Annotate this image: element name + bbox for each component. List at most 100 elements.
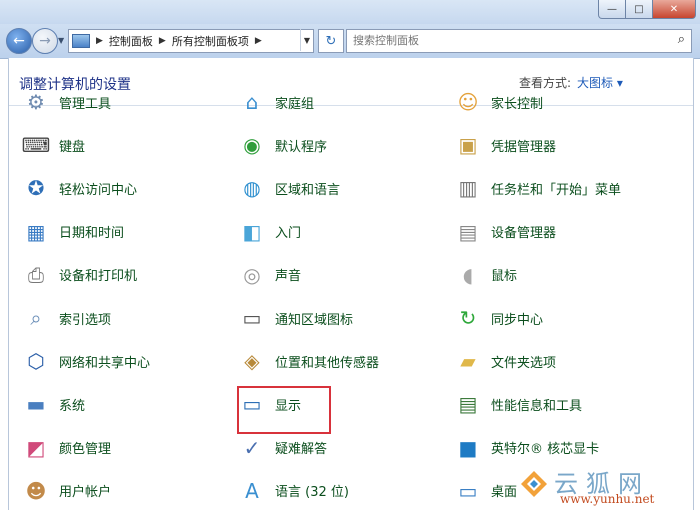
caption-buttons: — □ ✕ — [598, 0, 696, 19]
control-panel-item-label: 任务栏和「开始」菜单 — [491, 182, 622, 198]
control-panel-item-label: 通知区域图标 — [275, 312, 354, 328]
control-panel-item[interactable]: ◍ 区域和语言 — [237, 174, 340, 202]
control-panel-item-label: 默认程序 — [275, 139, 328, 155]
control-panel-item[interactable]: ▭ 通知区域图标 — [237, 304, 353, 332]
control-panel-item[interactable]: ⌂ 家庭组 — [237, 88, 314, 116]
control-panel-item[interactable]: ▤ 性能信息和工具 — [453, 390, 582, 418]
control-panel-item-label: 颜色管理 — [59, 442, 112, 458]
control-panel-item[interactable]: ▦ 日期和时间 — [21, 218, 124, 246]
indexing-options-icon: ⌕ — [30, 306, 42, 330]
control-panel-item[interactable]: ⬡ 网络和共享中心 — [21, 347, 150, 375]
control-panel-item[interactable]: ▭ 桌面 — [453, 477, 517, 505]
control-panel-item[interactable]: ◧ 入门 — [237, 218, 301, 246]
mouse-icon: ◖ — [462, 262, 474, 287]
breadcrumb-control-panel[interactable]: 控制面板 — [109, 33, 153, 49]
control-panel-item[interactable]: ◈ 位置和其他传感器 — [237, 347, 379, 375]
date-time-icon: ▦ — [26, 219, 46, 244]
control-panel-item-label: 家长控制 — [491, 96, 544, 112]
control-panel-item[interactable]: ◉ 默认程序 — [237, 131, 327, 159]
close-button[interactable]: ✕ — [652, 0, 696, 19]
keyboard-icon: ⌨ — [21, 133, 51, 158]
address-bar[interactable]: ▶ 控制面板 ▶ 所有控制面板项 ▶ — [68, 29, 314, 53]
breadcrumb-chevron-icon[interactable]: ▶ — [96, 36, 103, 46]
control-panel-item-label: 声音 — [275, 269, 302, 285]
parental-controls-icon: ☺ — [457, 90, 479, 114]
control-panel-item-label: 语言 (32 位) — [275, 485, 349, 501]
control-panel-item[interactable]: ■ 英特尔® 核芯显卡 — [453, 434, 600, 462]
performance-icon: ▤ — [458, 392, 478, 417]
language-icon: A — [245, 478, 259, 503]
control-panel-item-label: 鼠标 — [491, 269, 518, 285]
control-panel-item[interactable]: ↻ 同步中心 — [453, 304, 543, 332]
default-programs-icon: ◉ — [243, 133, 261, 158]
control-panel-item[interactable]: A 语言 (32 位) — [237, 477, 349, 505]
control-panel-item[interactable]: ◎ 声音 — [237, 261, 301, 289]
forward-button[interactable]: → — [32, 28, 58, 54]
device-manager-icon: ▤ — [458, 219, 478, 244]
control-panel-item-label: 区域和语言 — [275, 182, 341, 198]
control-panel-item-label: 系统 — [59, 398, 86, 414]
intel-graphics-icon: ■ — [458, 435, 478, 460]
recent-pages-dropdown[interactable]: ▼ — [58, 36, 64, 45]
control-panel-item-label: 疑难解答 — [275, 442, 328, 458]
watermark-url: www.yunhu.net — [560, 492, 655, 506]
control-panel-item-label: 日期和时间 — [59, 226, 125, 242]
user-accounts-icon: ☻ — [25, 478, 47, 503]
view-by-dropdown[interactable]: 大图标 ▾ — [577, 74, 623, 91]
control-panel-item[interactable]: ▰ 文件夹选项 — [453, 347, 556, 375]
breadcrumb-chevron-icon[interactable]: ▶ — [159, 36, 166, 46]
system-icon: ▬ — [26, 392, 46, 417]
control-panel-item-label: 轻松访问中心 — [59, 182, 138, 198]
forward-arrow-icon: → — [39, 33, 51, 49]
back-arrow-icon: ← — [13, 33, 25, 49]
back-button[interactable]: ← — [6, 28, 32, 54]
control-panel-item-label: 性能信息和工具 — [491, 398, 583, 414]
navigation-bar: ← → ▼ ▶ 控制面板 ▶ 所有控制面板项 ▶ ▼ ↻ ⌕ — [0, 24, 700, 59]
control-panel-item[interactable]: ▤ 设备管理器 — [453, 218, 556, 246]
color-management-icon: ◩ — [26, 435, 46, 460]
control-panel-item[interactable]: ▣ 凭据管理器 — [453, 131, 556, 159]
control-panel-item[interactable]: ✪ 轻松访问中心 — [21, 174, 137, 202]
search-input[interactable] — [347, 30, 659, 50]
control-panel-item-label: 桌面 — [491, 485, 518, 501]
control-panel-item[interactable]: ◖ 鼠标 — [453, 261, 517, 289]
control-panel-item[interactable]: ⌕ 索引选项 — [21, 304, 111, 332]
control-panel-item-label: 管理工具 — [59, 96, 112, 112]
address-dropdown-icon[interactable]: ▼ — [300, 29, 313, 51]
location-sensors-icon: ◈ — [244, 349, 260, 374]
control-panel-item-label: 设备管理器 — [491, 226, 557, 242]
breadcrumb-chevron-icon[interactable]: ▶ — [255, 36, 262, 46]
control-panel-item-label: 家庭组 — [275, 96, 315, 112]
notification-area-icon: ▭ — [242, 306, 262, 330]
minimize-button[interactable]: — — [598, 0, 626, 19]
control-panel-item[interactable]: ◩ 颜色管理 — [21, 434, 111, 462]
getting-started-icon: ◧ — [242, 219, 262, 244]
devices-printers-icon: ⎙ — [28, 262, 44, 287]
control-panel-item-label: 索引选项 — [59, 312, 112, 328]
control-panel-item[interactable]: ⚙ 管理工具 — [21, 88, 111, 116]
control-panel-item[interactable]: ☺ 家长控制 — [453, 88, 543, 116]
main-content: 调整计算机的设置 查看方式: 大图标 ▾ ⚙ 管理工具 ⌂ 家庭组 ☺ 家长控制 ⌨ 键盘 ◉ 默… — [8, 58, 694, 510]
maximize-button[interactable]: □ — [625, 0, 653, 19]
refresh-button[interactable]: ↻ — [318, 29, 344, 53]
control-panel-item[interactable]: ⎙ 设备和打印机 — [21, 261, 137, 289]
desktop-icon: ▭ — [458, 478, 478, 503]
sound-icon: ◎ — [243, 262, 261, 287]
folder-options-icon: ▰ — [460, 349, 476, 374]
control-panel-item[interactable]: ✓ 疑难解答 — [237, 434, 327, 462]
search-icon[interactable]: ⌕ — [678, 32, 685, 47]
control-panel-item[interactable]: ▥ 任务栏和「开始」菜单 — [453, 174, 621, 202]
control-panel-item[interactable]: ▬ 系统 — [21, 390, 85, 418]
control-panel-item-label: 英特尔® 核芯显卡 — [491, 442, 600, 458]
control-panel-item-label: 凭据管理器 — [491, 139, 557, 155]
credential-manager-icon: ▣ — [458, 133, 478, 158]
control-panel-item[interactable]: ⌨ 键盘 — [21, 131, 85, 159]
troubleshooting-icon: ✓ — [243, 435, 261, 460]
control-panel-item-label: 文件夹选项 — [491, 355, 557, 371]
search-box[interactable]: ⌕ — [346, 29, 692, 53]
control-panel-item-label: 键盘 — [59, 139, 86, 155]
control-panel-item[interactable]: ☻ 用户帐户 — [21, 477, 111, 505]
control-panel-item-label: 入门 — [275, 226, 302, 242]
taskbar-start-icon: ▥ — [458, 176, 478, 201]
breadcrumb-all-items[interactable]: 所有控制面板项 — [172, 33, 249, 49]
